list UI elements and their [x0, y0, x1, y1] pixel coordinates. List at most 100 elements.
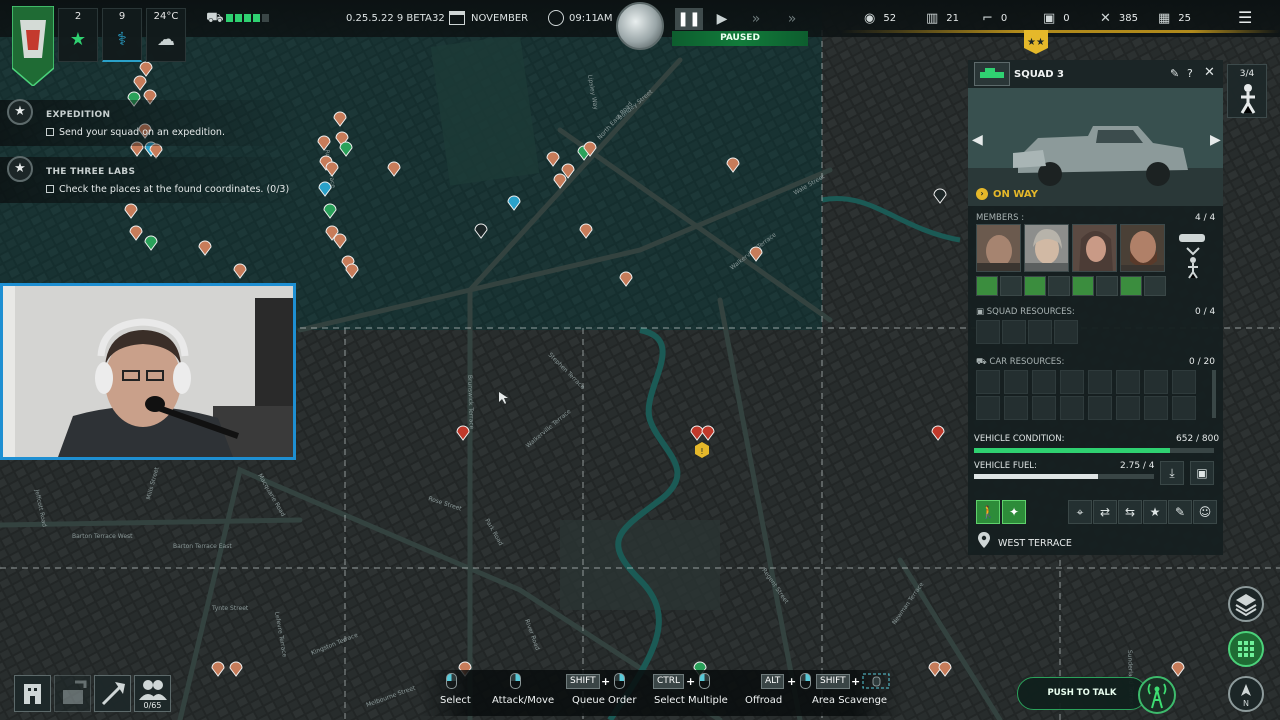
- member-portrait[interactable]: [1120, 224, 1165, 272]
- map-layers-button[interactable]: [1228, 586, 1264, 622]
- objective-title: THE THREE LABS: [46, 167, 136, 177]
- car-resource-slot[interactable]: [1144, 370, 1168, 394]
- webcam-overlay: [0, 283, 296, 460]
- car-resource-slot[interactable]: [1172, 370, 1196, 394]
- stat-value: 24°C: [153, 11, 179, 22]
- squad-tab-count: 3/4: [1239, 69, 1255, 79]
- car-resource-slot[interactable]: [1032, 396, 1056, 420]
- compass-button[interactable]: N: [1228, 676, 1264, 712]
- ampm-label: AM: [597, 13, 613, 24]
- resource-weapons: ⌐ 0: [982, 11, 1007, 26]
- weapons-button[interactable]: [94, 675, 131, 712]
- armor-slot[interactable]: [1144, 276, 1166, 296]
- car-resource-slot[interactable]: [1032, 370, 1056, 394]
- map-pin-button[interactable]: ⌖: [1068, 500, 1092, 524]
- car-resource-slot[interactable]: [1004, 396, 1028, 420]
- layers-icon: [1235, 594, 1257, 617]
- car-resource-slot[interactable]: [1172, 396, 1196, 420]
- stat-value: 2: [74, 11, 82, 22]
- grid-icon: [1238, 641, 1254, 657]
- survivors-button[interactable]: 0/65: [134, 675, 171, 712]
- objective-pin-icon[interactable]: ★★: [1024, 30, 1048, 54]
- hint-offroad: Offroad: [745, 695, 783, 706]
- car-resource-slot[interactable]: [1116, 396, 1140, 420]
- squad-resource-slot[interactable]: [1028, 320, 1052, 344]
- hint-select-multiple: Select Multiple: [654, 695, 728, 706]
- left-click-icon: [446, 673, 457, 689]
- walk-mode-button[interactable]: 🚶: [976, 500, 1000, 524]
- alt-key: ALT: [761, 674, 785, 689]
- plus-icon: +: [851, 675, 861, 688]
- armor-slot[interactable]: [1048, 276, 1070, 296]
- vehicle-condition-bar: [974, 448, 1214, 453]
- next-vehicle-icon[interactable]: ▶: [1210, 132, 1221, 148]
- push-to-talk-button[interactable]: PUSH TO TALK: [1017, 677, 1147, 710]
- compass-icon: N: [1241, 684, 1251, 708]
- base-button[interactable]: [14, 675, 51, 712]
- stat-morale[interactable]: 2 ★: [58, 8, 98, 62]
- close-icon[interactable]: ✕: [1204, 65, 1215, 80]
- pause-button[interactable]: ❚❚: [675, 8, 703, 30]
- car-resource-slot[interactable]: [1060, 370, 1084, 394]
- armor-slot[interactable]: [1096, 276, 1118, 296]
- month-label: NOVEMBER: [471, 13, 529, 24]
- vehicle-thumbnail-icon[interactable]: [974, 62, 1010, 86]
- weapon-slot[interactable]: [1120, 276, 1142, 296]
- weapon-slot[interactable]: [976, 276, 998, 296]
- armor-slot[interactable]: [1000, 276, 1022, 296]
- unload-icon[interactable]: ⤓: [1160, 461, 1184, 485]
- play-button[interactable]: ▶: [708, 8, 736, 30]
- car-resource-slot[interactable]: [1116, 370, 1140, 394]
- scrollbar[interactable]: [1212, 370, 1216, 418]
- faction-emblem-icon[interactable]: [12, 6, 54, 86]
- building-icon: [24, 684, 41, 704]
- split-button[interactable]: ⇆: [1118, 500, 1142, 524]
- stat-weather[interactable]: 24°C ☁: [146, 8, 186, 62]
- menu-icon[interactable]: ☰: [1238, 8, 1252, 27]
- objective-task[interactable]: Send your squad on an expedition.: [46, 127, 225, 138]
- car-resources-label: ⛟ CAR RESOURCES:: [976, 357, 1065, 367]
- member-portrait[interactable]: [1024, 224, 1069, 272]
- build-button[interactable]: [54, 675, 91, 712]
- squad-location: WEST TERRACE: [998, 538, 1072, 549]
- radio-tower-icon[interactable]: [1138, 676, 1176, 714]
- fuel-can-icon[interactable]: ▣: [1190, 461, 1214, 485]
- grid-toggle-button[interactable]: [1228, 631, 1264, 667]
- assign-member-button[interactable]: ☺: [1193, 500, 1217, 524]
- previous-vehicle-icon[interactable]: ◀: [972, 132, 983, 148]
- squad-resource-slot[interactable]: [1002, 320, 1026, 344]
- weapon-slot[interactable]: [1072, 276, 1094, 296]
- member-portrait[interactable]: [976, 224, 1021, 272]
- squad-selector-tab[interactable]: 3/4: [1227, 64, 1267, 118]
- vehicle-fuel-bar: [974, 474, 1154, 479]
- car-resource-slot[interactable]: [1088, 370, 1112, 394]
- stat-health[interactable]: 9 ⚕: [102, 8, 142, 62]
- repair-button[interactable]: ✎: [1168, 500, 1192, 524]
- car-resource-slot[interactable]: [976, 370, 1000, 394]
- swap-button[interactable]: ⇄: [1093, 500, 1117, 524]
- fastest-forward-button[interactable]: »: [778, 8, 806, 30]
- fast-forward-button[interactable]: »: [742, 8, 770, 30]
- squad-resource-slot[interactable]: [1054, 320, 1078, 344]
- weapon-slot[interactable]: [1024, 276, 1046, 296]
- squad-resource-slot[interactable]: [976, 320, 1000, 344]
- edit-icon[interactable]: ✎: [1170, 67, 1179, 80]
- car-resource-slot[interactable]: [1088, 396, 1112, 420]
- gun-icon: ⌐: [982, 11, 993, 26]
- objective-task[interactable]: Check the places at the found coordinate…: [46, 184, 289, 195]
- car-resource-slot[interactable]: [1004, 370, 1028, 394]
- plus-icon: +: [601, 675, 611, 688]
- favorite-button[interactable]: ★: [1143, 500, 1167, 524]
- backpack-icon: ▣: [976, 307, 987, 317]
- members-label: MEMBERS :: [976, 213, 1025, 223]
- scavenge-mode-button[interactable]: ✦: [1002, 500, 1026, 524]
- vehicle-seat-icon[interactable]: [1173, 230, 1213, 280]
- car-resource-slot[interactable]: [1060, 396, 1084, 420]
- resource-food: ◉ 52: [864, 11, 896, 26]
- calendar-icon: [449, 11, 465, 25]
- help-icon[interactable]: ?: [1187, 67, 1193, 80]
- car-resource-slot[interactable]: [1144, 396, 1168, 420]
- location-pin-icon: [978, 532, 990, 548]
- member-portrait[interactable]: [1072, 224, 1117, 272]
- car-resource-slot[interactable]: [976, 396, 1000, 420]
